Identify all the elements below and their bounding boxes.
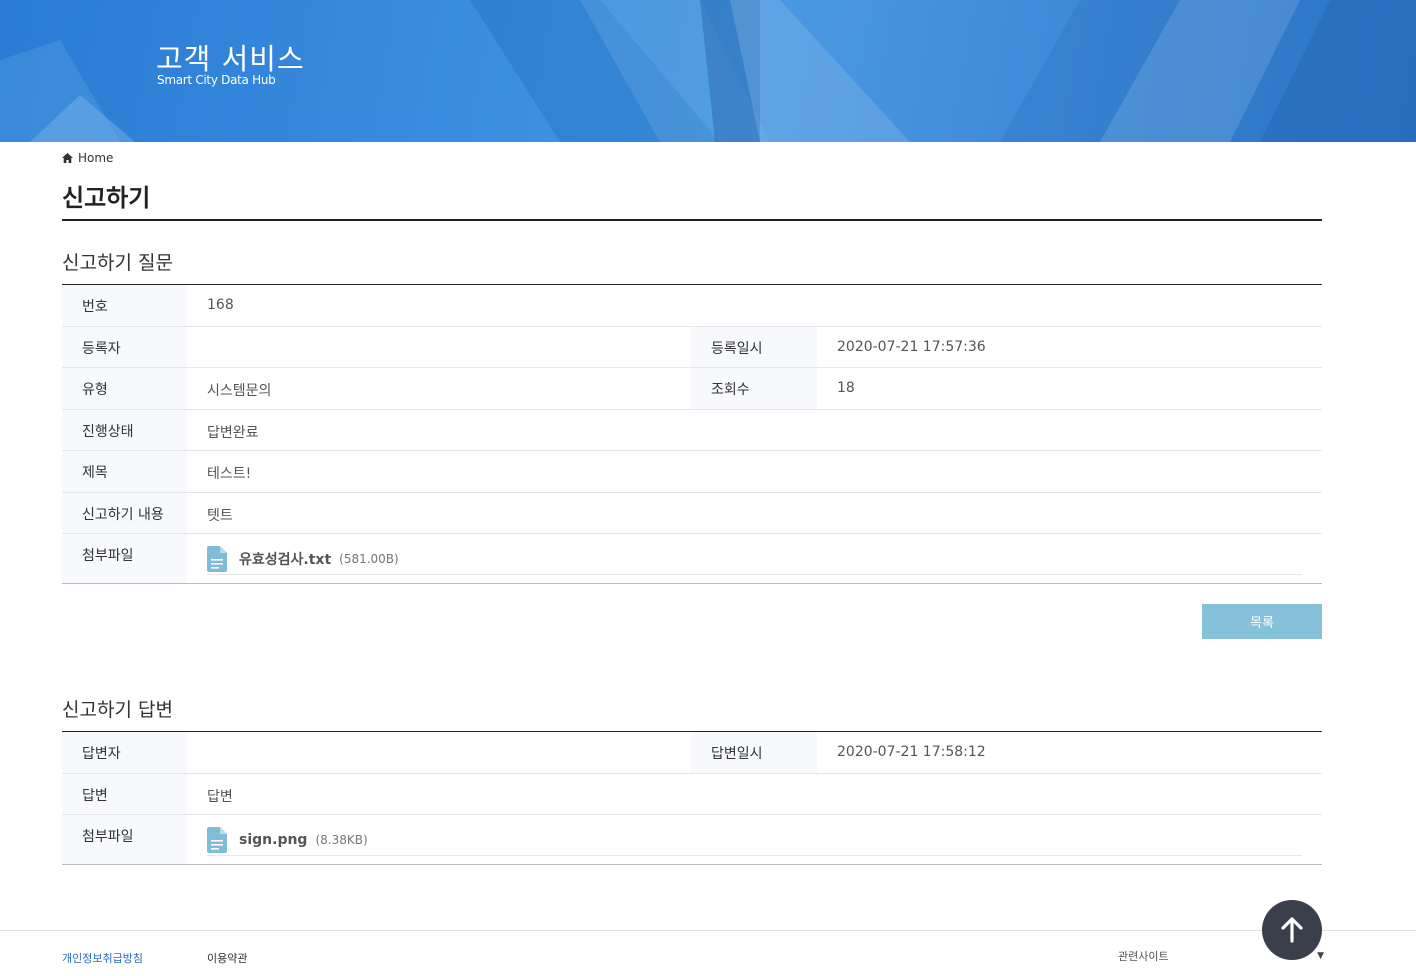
answer-attachment-label: 첨부파일 <box>62 814 187 865</box>
reg-date-value: 2020-07-21 17:57:36 <box>817 326 1322 368</box>
subject-value: 테스트! <box>187 450 1322 493</box>
breadcrumb: Home <box>62 150 113 166</box>
document-icon <box>207 827 227 853</box>
attachment-file[interactable]: 유효성검사.txt (581.00B) <box>207 544 1302 575</box>
number-label: 번호 <box>62 284 187 327</box>
attachment-label: 첨부파일 <box>62 533 187 584</box>
terms-link[interactable]: 이용약관 <box>207 950 247 966</box>
chevron-down-icon: ▼ <box>1317 951 1324 961</box>
list-button[interactable]: 목록 <box>1202 604 1322 639</box>
banner-title: 고객 서비스 <box>156 42 305 76</box>
attachment-cell: 유효성검사.txt (581.00B) <box>187 534 1322 584</box>
answerer-value <box>187 731 691 774</box>
reg-date-label: 등록일시 <box>691 326 817 368</box>
content-label: 신고하기 내용 <box>62 492 187 534</box>
related-sites-label: 관련사이트 <box>1118 950 1169 963</box>
type-label: 유형 <box>62 367 187 410</box>
answer-detail-table: 답변자 답변일시 2020-07-21 17:58:12 답변 답변 첨부파일 … <box>62 731 1322 865</box>
number-value: 168 <box>187 284 1322 327</box>
answer-attachment-file[interactable]: sign.png (8.38KB) <box>207 825 1302 856</box>
title-divider <box>62 219 1322 221</box>
scroll-top-button[interactable] <box>1262 900 1322 960</box>
answer-date-value: 2020-07-21 17:58:12 <box>817 731 1322 774</box>
status-value: 답변완료 <box>187 409 1322 451</box>
answerer-label: 답변자 <box>62 731 187 774</box>
table-row: 첨부파일 sign.png (8.38KB) <box>62 814 1322 865</box>
answer-attachment-cell: sign.png (8.38KB) <box>187 815 1322 865</box>
table-row: 답변자 답변일시 2020-07-21 17:58:12 <box>62 731 1322 774</box>
question-detail-table: 번호 168 등록자 등록일시 2020-07-21 17:57:36 유형 시… <box>62 284 1322 584</box>
views-label: 조회수 <box>691 367 817 410</box>
table-row: 유형 시스템문의 조회수 18 <box>62 367 1322 410</box>
document-icon <box>207 546 227 572</box>
privacy-policy-link[interactable]: 개인정보취급방침 <box>62 950 143 966</box>
type-value: 시스템문의 <box>187 367 691 410</box>
views-value: 18 <box>817 367 1322 410</box>
arrow-up-icon <box>1281 917 1303 943</box>
home-icon[interactable] <box>62 153 73 163</box>
table-row: 진행상태 답변완료 <box>62 409 1322 451</box>
answer-date-label: 답변일시 <box>691 731 817 774</box>
table-row: 답변 답변 <box>62 773 1322 815</box>
attachment-file-size: (581.00B) <box>339 552 399 566</box>
answer-section-title: 신고하기 답변 <box>62 699 173 721</box>
banner-subtitle: Smart City Data Hub <box>157 73 276 87</box>
table-row: 등록자 등록일시 2020-07-21 17:57:36 <box>62 326 1322 368</box>
table-row: 신고하기 내용 텟트 <box>62 492 1322 534</box>
header-banner: 고객 서비스 Smart City Data Hub <box>0 0 1416 142</box>
subject-label: 제목 <box>62 450 187 493</box>
table-row: 번호 168 <box>62 284 1322 327</box>
table-row: 제목 테스트! <box>62 450 1322 493</box>
question-section-title: 신고하기 질문 <box>62 252 173 274</box>
table-row: 첨부파일 유효성검사.txt (581.00B) <box>62 533 1322 584</box>
breadcrumb-home-link[interactable]: Home <box>78 151 113 165</box>
answer-attachment-file-name[interactable]: sign.png <box>239 832 307 848</box>
page-title: 신고하기 <box>62 184 151 212</box>
answer-value: 답변 <box>187 773 1322 815</box>
attachment-file-name[interactable]: 유효성검사.txt <box>239 549 331 569</box>
answer-attachment-file-size: (8.38KB) <box>315 833 368 847</box>
content-value: 텟트 <box>187 492 1322 534</box>
footer-divider <box>0 930 1416 931</box>
status-label: 진행상태 <box>62 409 187 451</box>
registrant-label: 등록자 <box>62 326 187 368</box>
answer-label: 답변 <box>62 773 187 815</box>
registrant-value <box>187 326 691 368</box>
